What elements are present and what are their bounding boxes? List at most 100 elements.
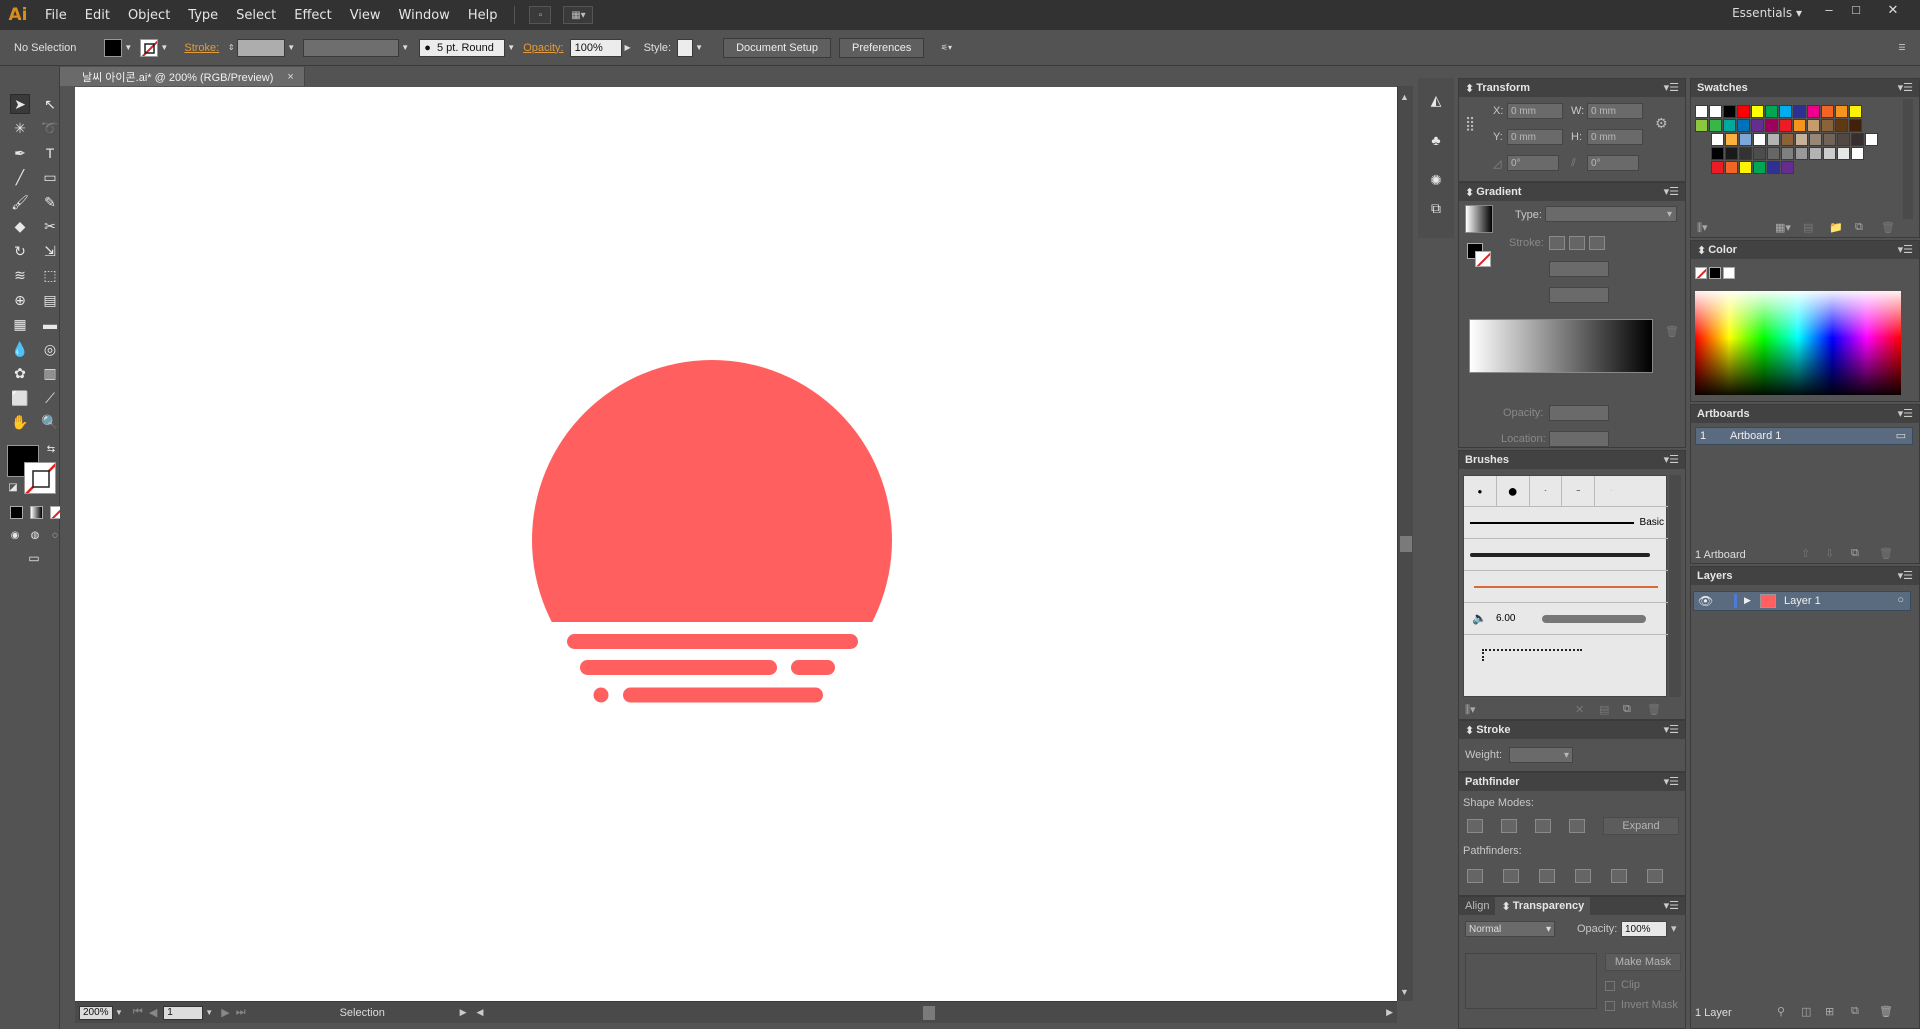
panel-menu-icon[interactable]: ▾☰ (1898, 81, 1913, 94)
color-swatch[interactable] (1807, 105, 1820, 118)
artboard[interactable] (75, 87, 1400, 1001)
eyedropper-tool-icon[interactable]: 💧 (10, 339, 30, 359)
gradient-angle-field[interactable] (1549, 261, 1609, 277)
rotate-field[interactable]: 0° (1507, 155, 1559, 171)
brush-tip-2[interactable]: ● (1497, 476, 1530, 506)
first-artboard-icon[interactable]: ⏮ (133, 1006, 143, 1019)
artboard-row[interactable]: 1 Artboard 1 ▭ (1695, 427, 1913, 445)
menu-window[interactable]: Window (390, 8, 459, 23)
color-swatch[interactable] (1739, 161, 1752, 174)
color-swatch[interactable] (1809, 133, 1822, 146)
color-swatch[interactable] (1711, 147, 1724, 160)
menu-edit[interactable]: Edit (76, 8, 119, 23)
color-swatch[interactable] (1751, 119, 1764, 132)
trash-icon[interactable]: 🗑 (1665, 325, 1679, 338)
constrain-proportions-icon[interactable]: ⚙ (1655, 115, 1668, 132)
pencil-tool-icon[interactable]: ✎ (40, 192, 60, 212)
black-color-swatch[interactable] (1709, 267, 1721, 279)
panel-menu-icon[interactable]: ▾☰ (1898, 243, 1913, 256)
chevron-down-icon[interactable]: ▾ (1671, 922, 1677, 935)
chevron-down-icon[interactable]: ▼ (399, 39, 411, 57)
chevron-down-icon[interactable]: ▼ (115, 1008, 123, 1017)
rotate-tool-icon[interactable]: ↻ (10, 241, 30, 261)
column-graph-tool-icon[interactable]: ▥ (40, 363, 60, 383)
stroke-panel-header[interactable]: ⬍ Stroke ▾☰ (1459, 721, 1685, 739)
panel-menu-icon[interactable]: ▾☰ (1664, 775, 1679, 788)
color-swatch[interactable] (1851, 147, 1864, 160)
horizon-line-3[interactable] (623, 687, 823, 703)
delete-swatch-icon[interactable]: 🗑 (1881, 221, 1895, 234)
make-clipping-mask-icon[interactable]: ◫ (1801, 1005, 1811, 1018)
document-tab[interactable]: 날씨 아이콘.ai* @ 200% (RGB/Preview) × (60, 67, 305, 86)
status-menu-icon[interactable]: ▶ (460, 1007, 467, 1018)
horizon-line-2a[interactable] (580, 660, 777, 675)
gradient-panel-header[interactable]: ⬍ Gradient ▾☰ (1459, 183, 1685, 201)
none-color-swatch[interactable] (1695, 267, 1707, 279)
horizon-line-1[interactable] (567, 634, 858, 649)
artboards-panel-header[interactable]: Artboards ▾☰ (1691, 405, 1919, 423)
trim-icon[interactable] (1503, 869, 1519, 883)
color-swatch[interactable] (1725, 161, 1738, 174)
white-color-swatch[interactable] (1723, 267, 1735, 279)
brush-bristle-row[interactable]: 🔈 6.00 (1464, 602, 1668, 634)
make-mask-button[interactable]: Make Mask (1605, 953, 1681, 971)
scroll-down-icon[interactable]: ▼ (1400, 987, 1409, 997)
stroke-across-icon[interactable] (1589, 236, 1605, 250)
color-spectrum[interactable] (1695, 291, 1901, 395)
new-swatch-icon[interactable]: ⧉ (1855, 221, 1863, 234)
zoom-tool-icon[interactable]: 🔍 (40, 412, 60, 432)
swatch-grid[interactable] (1695, 101, 1895, 213)
color-swatch[interactable] (1709, 105, 1722, 118)
chevron-down-icon[interactable]: ▼ (285, 39, 297, 57)
arrange-documents-icon[interactable]: ▦▾ (563, 6, 594, 24)
crop-icon[interactable] (1575, 869, 1591, 883)
expand-layer-icon[interactable]: ▶ (1744, 595, 1751, 606)
gradient-preview[interactable] (1465, 205, 1493, 233)
swatch-libraries-icon[interactable]: ⫼▾ (1697, 221, 1708, 235)
color-swatch[interactable] (1753, 161, 1766, 174)
brush-list[interactable]: ● ● - ~ · Basic 🔈 6.00 (1463, 475, 1668, 697)
locate-object-icon[interactable]: ⚲ (1777, 1005, 1785, 1018)
clip-checkbox[interactable] (1605, 981, 1615, 991)
color-swatch[interactable] (1823, 133, 1836, 146)
pathfinder-panel-header[interactable]: Pathfinder ▾☰ (1459, 773, 1685, 791)
brush-tip-5[interactable]: · (1595, 476, 1628, 506)
gradient-type-field[interactable]: ▾ (1545, 206, 1677, 222)
draw-normal-icon[interactable]: ◉ (8, 528, 22, 542)
stroke-weight-field[interactable] (237, 38, 286, 57)
color-swatch[interactable] (1695, 119, 1708, 132)
color-swatch[interactable] (1723, 119, 1736, 132)
symbol-sprayer-tool-icon[interactable]: ✿ (10, 363, 30, 383)
blob-brush-tool-icon[interactable]: ◆ (10, 216, 30, 236)
hand-tool-icon[interactable]: ✋ (10, 412, 30, 432)
paintbrush-tool-icon[interactable]: 🖌 (10, 192, 30, 212)
exclude-icon[interactable] (1569, 819, 1585, 833)
chevron-down-icon[interactable]: ▼ (693, 39, 705, 57)
color-swatch[interactable] (1849, 105, 1862, 118)
stroke-along-icon[interactable] (1569, 236, 1585, 250)
minimize-button[interactable]: – (1816, 2, 1842, 18)
intersect-icon[interactable] (1535, 819, 1551, 833)
brush-field[interactable]: ● 5 pt. Round (419, 38, 506, 57)
mask-thumbnail[interactable] (1465, 953, 1597, 1009)
panel-menu-icon[interactable]: ▾☰ (1898, 407, 1913, 420)
move-down-icon[interactable]: ⇩ (1825, 547, 1834, 560)
opacity-field[interactable]: 100% (569, 38, 622, 57)
color-swatch[interactable] (1837, 133, 1850, 146)
color-panel-header[interactable]: ⬍ Color ▾☰ (1691, 241, 1919, 259)
visibility-eye-icon[interactable]: 👁 (1698, 594, 1713, 608)
color-swatch[interactable] (1767, 147, 1780, 160)
h-field[interactable]: 0 mm (1587, 129, 1643, 145)
color-swatch[interactable] (1781, 161, 1794, 174)
width-tool-icon[interactable]: ≋ (10, 265, 30, 285)
scroll-up-icon[interactable]: ▲ (1400, 92, 1409, 102)
gradient-stroke-box[interactable] (1475, 251, 1491, 267)
target-circle-icon[interactable]: ○ (1897, 594, 1904, 606)
color-swatch[interactable] (1725, 147, 1738, 160)
menu-type[interactable]: Type (179, 8, 227, 23)
brush-arrow-row[interactable] (1464, 570, 1668, 602)
color-swatch[interactable] (1765, 119, 1778, 132)
navigator-icon[interactable]: ◭ (1426, 90, 1446, 110)
scroll-thumb[interactable] (1400, 536, 1412, 552)
workspace-switcher[interactable]: Essentials ▾ (1732, 6, 1802, 20)
